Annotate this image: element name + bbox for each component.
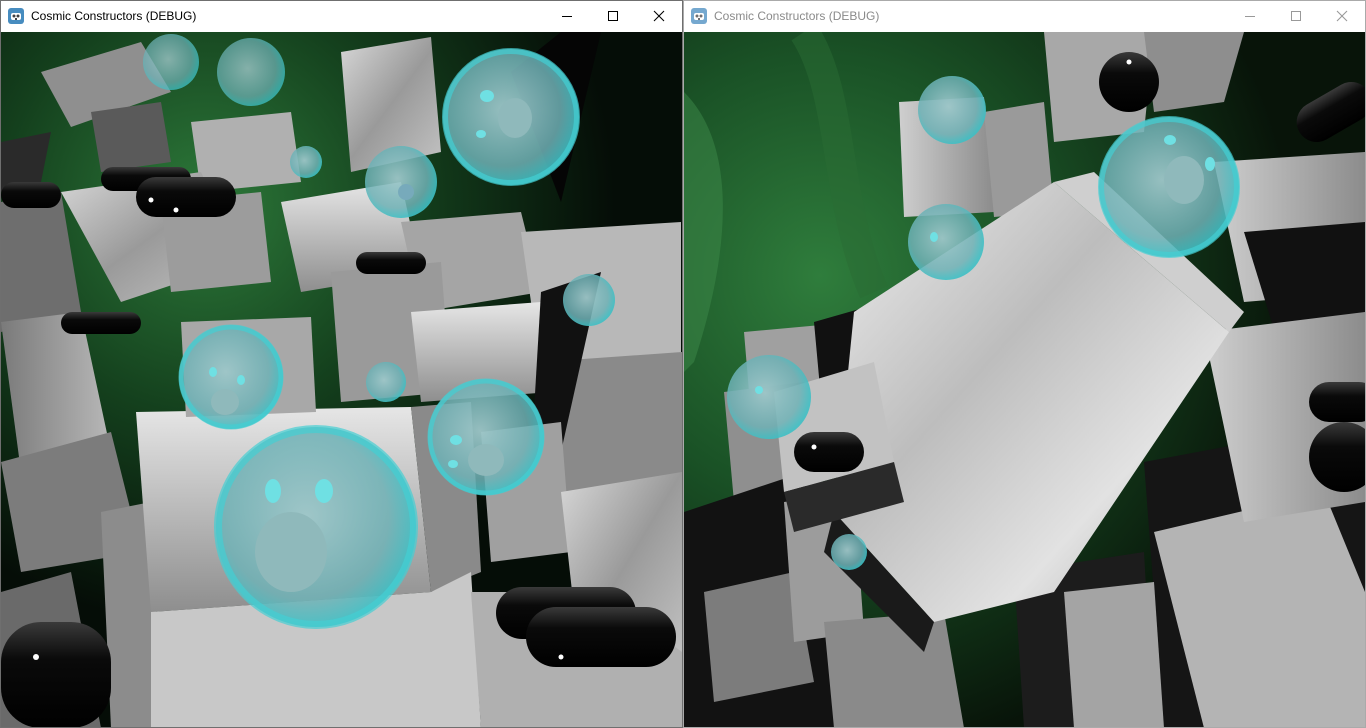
bubble-creature <box>831 534 867 570</box>
game-window-right[interactable]: Cosmic Constructors (DEBUG) <box>683 0 1366 728</box>
bubble-creature <box>143 34 199 90</box>
game-viewport[interactable] <box>684 32 1365 727</box>
bubble-creature <box>727 355 811 439</box>
minimize-icon <box>562 16 572 17</box>
title-bar[interactable]: Cosmic Constructors (DEBUG) <box>1 1 682 31</box>
game-viewport[interactable] <box>1 32 682 727</box>
maximize-button[interactable] <box>590 1 636 31</box>
bubble-creature <box>365 146 437 218</box>
game-window-left[interactable]: Cosmic Constructors (DEBUG) <box>0 0 683 728</box>
maximize-icon <box>1291 11 1301 21</box>
close-icon <box>653 10 665 22</box>
bubble-creature <box>908 204 984 280</box>
close-button[interactable] <box>1319 1 1365 31</box>
close-icon <box>1336 10 1348 22</box>
bubble-creature <box>214 425 418 629</box>
maximize-button[interactable] <box>1273 1 1319 31</box>
scene-render <box>684 32 1365 727</box>
minimize-button[interactable] <box>1227 1 1273 31</box>
bubble-creature <box>1098 116 1240 258</box>
bubble-creature <box>563 274 615 326</box>
close-button[interactable] <box>636 1 682 31</box>
bubble-creature <box>366 362 406 402</box>
godot-engine-icon <box>691 8 707 24</box>
window-title: Cosmic Constructors (DEBUG) <box>714 9 880 23</box>
window-title: Cosmic Constructors (DEBUG) <box>31 9 197 23</box>
scene-render <box>1 32 682 727</box>
bubble-creature <box>442 48 580 186</box>
bubble-creature <box>217 38 285 106</box>
bubble-creature <box>918 76 986 144</box>
bubble-creature <box>178 324 284 430</box>
minimize-button[interactable] <box>544 1 590 31</box>
title-bar[interactable]: Cosmic Constructors (DEBUG) <box>684 1 1365 31</box>
minimize-icon <box>1245 16 1255 17</box>
bubble-creature <box>427 378 545 496</box>
maximize-icon <box>608 11 618 21</box>
bubble-creature <box>290 146 322 178</box>
godot-engine-icon <box>8 8 24 24</box>
